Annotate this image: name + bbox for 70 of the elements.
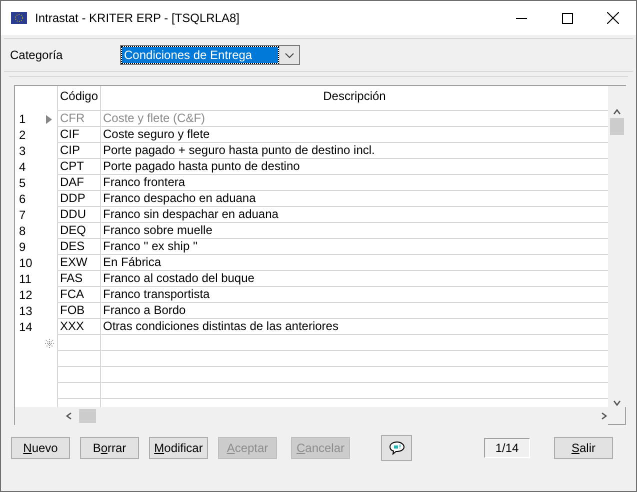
- action-button[interactable]: Nuevo: [11, 437, 70, 459]
- row-number: 6: [18, 191, 27, 207]
- table-cell: [57, 383, 100, 399]
- category-dropdown[interactable]: Condiciones de Entrega: [120, 45, 300, 65]
- table-cell: Franco sobre muelle: [100, 223, 608, 239]
- comment-button[interactable]: [381, 435, 412, 461]
- window-title: Intrastat - KRITER ERP - [TSQLRLA8]: [35, 11, 241, 25]
- row-number: 1: [18, 111, 27, 127]
- table-cell: CFR: [57, 111, 100, 127]
- table-cell: Otras condiciones distintas de las anteriores: [100, 319, 608, 335]
- row-number: 13: [18, 303, 34, 319]
- row-number: 5: [18, 175, 27, 191]
- table-cell: CIF: [57, 127, 100, 143]
- row-number: 11: [18, 271, 32, 287]
- table-cell: FAS: [57, 271, 100, 287]
- table-cell: DES: [57, 239, 100, 255]
- row-number: 8: [18, 223, 27, 239]
- table-cell: DDP: [57, 191, 100, 207]
- table-cell: Franco sin despachar en aduana: [100, 207, 608, 223]
- scroll-up-icon[interactable]: [613, 108, 621, 116]
- scroll-right-icon[interactable]: [600, 412, 608, 420]
- table-cell: Franco '' ex ship '': [100, 239, 608, 255]
- table-cell: FCA: [57, 287, 100, 303]
- row-number: 3: [18, 143, 27, 159]
- table-cell: Franco frontera: [100, 175, 608, 191]
- table-cell: Porte pagado + seguro hasta punto de destino incl.: [100, 143, 608, 159]
- chevron-down-icon: [285, 52, 294, 58]
- table-cell: Coste seguro y flete: [100, 127, 608, 143]
- table-cell: DDU: [57, 207, 100, 223]
- column-header[interactable]: Código: [60, 88, 98, 104]
- column-header[interactable]: Descripción: [323, 88, 386, 104]
- row-number: 7: [18, 207, 27, 223]
- table-cell: CPT: [57, 159, 100, 175]
- table-cell: FOB: [57, 303, 100, 319]
- speech-bubble-icon: [388, 441, 404, 455]
- scroll-down-icon[interactable]: [613, 399, 621, 407]
- table-cell: CIP: [57, 143, 100, 159]
- table-cell: Franco despacho en aduana: [100, 191, 608, 207]
- table-cell: DEQ: [57, 223, 100, 239]
- table-cell: Franco a Bordo: [100, 303, 608, 319]
- scroll-left-icon[interactable]: [65, 412, 73, 420]
- action-button[interactable]: Borrar: [80, 437, 139, 459]
- table-cell: Coste y flete (C&F): [100, 111, 608, 127]
- table-cell: EXW: [57, 255, 100, 271]
- row-number: 4: [18, 159, 27, 175]
- table-cell: En Fábrica: [100, 255, 608, 271]
- table-cell: [57, 351, 100, 367]
- action-button[interactable]: Salir: [554, 437, 613, 459]
- row-number: 9: [18, 239, 27, 255]
- row-number: 14: [18, 319, 34, 335]
- action-button[interactable]: Modificar: [149, 437, 208, 459]
- table-cell: Porte pagado hasta punto de destino: [100, 159, 608, 175]
- close-icon: [607, 12, 619, 24]
- table-cell: Franco transportista: [100, 287, 608, 303]
- table-cell[interactable]: [57, 335, 100, 351]
- row-number: 2: [18, 127, 27, 143]
- scrollbar-thumb[interactable]: [610, 118, 624, 135]
- maximize-icon: [562, 12, 572, 24]
- record-counter: 1/14: [484, 438, 530, 458]
- flag-icon: [11, 12, 27, 24]
- table-cell: Franco al costado del buque: [100, 271, 608, 287]
- row-number: 12: [18, 287, 34, 303]
- table-cell[interactable]: [100, 335, 608, 351]
- table-cell: [57, 367, 100, 383]
- new-row-icon: [44, 338, 54, 348]
- scrollbar-thumb[interactable]: [79, 409, 96, 423]
- table-cell: DAF: [57, 175, 100, 191]
- category-label: Categoría: [10, 48, 64, 62]
- table-cell: XXX: [57, 319, 100, 335]
- row-number: 10: [18, 255, 34, 271]
